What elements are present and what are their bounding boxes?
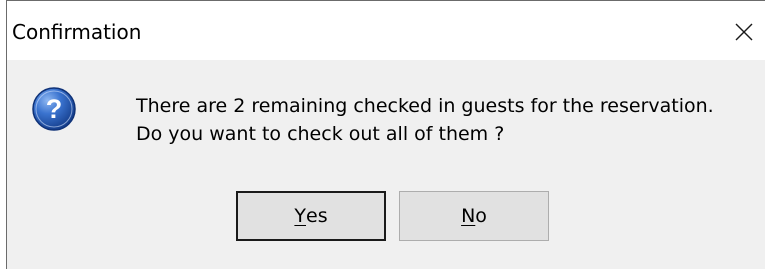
title-bar[interactable]: Confirmation bbox=[7, 1, 765, 60]
yes-button-mnemonic: Y bbox=[294, 205, 306, 227]
svg-text:?: ? bbox=[46, 94, 63, 124]
yes-button[interactable]: Yes bbox=[236, 191, 386, 241]
close-button[interactable] bbox=[723, 11, 765, 53]
yes-button-label: es bbox=[306, 205, 328, 227]
close-icon bbox=[735, 23, 753, 41]
dialog-title: Confirmation bbox=[12, 20, 142, 44]
no-button[interactable]: No bbox=[399, 191, 549, 241]
message-line-2: Do you want to check out all of them ? bbox=[136, 123, 505, 145]
message-line-1: There are 2 remaining checked in guests … bbox=[136, 95, 714, 117]
no-button-mnemonic: N bbox=[461, 205, 476, 227]
question-icon: ? bbox=[32, 87, 76, 131]
no-button-label: o bbox=[475, 205, 487, 227]
message-text: There are 2 remaining checked in guests … bbox=[136, 92, 714, 148]
